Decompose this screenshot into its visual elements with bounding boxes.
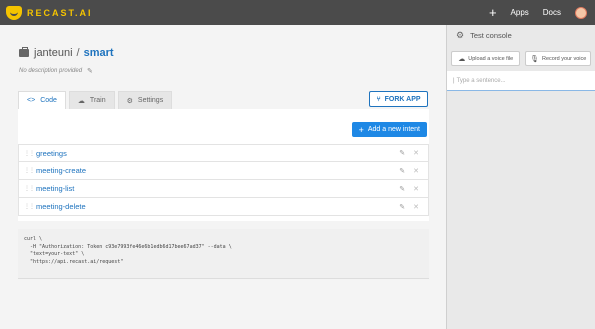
tab-train[interactable]: ☁ Train <box>68 91 115 109</box>
edit-description-icon[interactable]: ✎ <box>87 67 93 75</box>
add-intent-button[interactable]: + Add a new intent <box>351 122 427 137</box>
drag-handle-icon[interactable]: ⋮⋮ <box>24 185 35 192</box>
code-line: curl \ <box>24 236 43 242</box>
drag-handle-icon[interactable]: ⋮⋮ <box>24 167 35 174</box>
repo-name[interactable]: smart <box>84 47 114 59</box>
input-placeholder: Type a sentence... <box>456 77 506 84</box>
add-button[interactable]: + <box>489 5 497 20</box>
gear-icon: ⚙ <box>126 97 133 105</box>
repo-owner[interactable]: janteuni <box>34 47 73 59</box>
apps-link[interactable]: Apps <box>511 8 529 17</box>
docs-link[interactable]: Docs <box>543 8 561 17</box>
train-icon: ☁ <box>77 97 85 105</box>
record-label: Record your voice <box>542 55 587 62</box>
close-icon[interactable]: ✕ <box>413 167 419 175</box>
test-console: ⚙ Test console ☁ Upload a voice file 🎙 R… <box>446 25 595 329</box>
tab-label: Settings <box>137 97 164 104</box>
microphone-icon: 🎙 <box>530 55 540 63</box>
list-item[interactable]: ⋮⋮ meeting-delete ✎ ✕ <box>18 198 429 216</box>
pencil-icon[interactable]: ✎ <box>399 149 405 157</box>
sentence-input[interactable]: | Type a sentence... <box>447 71 595 91</box>
cloud-upload-icon: ☁ <box>458 55 466 63</box>
close-icon[interactable]: ✕ <box>413 149 419 157</box>
close-icon[interactable]: ✕ <box>413 185 419 193</box>
list-item[interactable]: ⋮⋮ greetings ✎ ✕ <box>18 144 429 162</box>
logo-icon <box>6 5 22 20</box>
drag-handle-icon[interactable]: ⋮⋮ <box>24 150 35 157</box>
console-header: ⚙ Test console <box>447 25 595 46</box>
logo-text: RECAST.AI <box>27 7 93 18</box>
page-title: janteuni / smart <box>19 47 114 59</box>
drag-handle-icon[interactable]: ⋮⋮ <box>24 203 35 210</box>
intents-panel: + Add a new intent ⋮⋮ greetings ✎ ✕ ⋮⋮ m… <box>18 109 429 221</box>
description-text: No description provided <box>19 68 83 74</box>
fork-icon: ⑂ <box>376 95 381 103</box>
intent-name[interactable]: meeting-delete <box>36 202 86 211</box>
upload-label: Upload a voice file <box>468 55 514 62</box>
pencil-icon[interactable]: ✎ <box>399 203 405 211</box>
record-voice-button[interactable]: 🎙 Record your voice <box>525 51 591 66</box>
tab-code[interactable]: <> Code <box>18 91 66 109</box>
add-intent-label: Add a new intent <box>367 126 420 133</box>
list-item[interactable]: ⋮⋮ meeting-list ✎ ✕ <box>18 180 429 198</box>
briefcase-icon <box>19 47 29 57</box>
console-title: Test console <box>470 31 512 40</box>
code-line: "text=your-text" \ <box>24 251 85 257</box>
intent-name[interactable]: meeting-create <box>36 166 86 175</box>
code-icon: <> <box>27 97 36 104</box>
pencil-icon[interactable]: ✎ <box>399 167 405 175</box>
tab-settings[interactable]: ⚙ Settings <box>117 91 173 109</box>
recast-logo[interactable]: RECAST.AI <box>6 5 93 20</box>
intent-list: ⋮⋮ greetings ✎ ✕ ⋮⋮ meeting-create ✎ ✕ ⋮… <box>18 144 429 216</box>
fork-label: FORK APP <box>384 95 421 103</box>
plus-icon: + <box>358 124 364 135</box>
code-line: -H "Authorization: Token c93e7993fe46e6b… <box>24 243 232 250</box>
main-content: janteuni / smart No description provided… <box>0 25 446 329</box>
top-navbar: RECAST.AI + Apps Docs <box>0 0 595 25</box>
intent-name[interactable]: greetings <box>36 149 67 158</box>
close-icon[interactable]: ✕ <box>413 203 419 211</box>
tab-bar: <> Code ☁ Train ⚙ Settings <box>18 91 175 109</box>
list-item[interactable]: ⋮⋮ meeting-create ✎ ✕ <box>18 162 429 180</box>
intent-name[interactable]: meeting-list <box>36 184 74 193</box>
tab-label: Train <box>89 97 106 104</box>
title-separator: / <box>76 47 80 59</box>
gear-icon[interactable]: ⚙ <box>456 30 464 41</box>
upload-voice-button[interactable]: ☁ Upload a voice file <box>451 51 521 66</box>
pencil-icon[interactable]: ✎ <box>399 185 405 193</box>
tab-label: Code <box>40 97 57 104</box>
text-cursor-icon: | <box>453 77 455 84</box>
code-line: "https://api.recast.ai/request" <box>24 258 124 265</box>
fork-app-button[interactable]: ⑂ FORK APP <box>369 91 428 107</box>
avatar[interactable] <box>575 6 587 19</box>
repo-description: No description provided ✎ <box>19 67 93 75</box>
curl-code-sample[interactable]: curl \ -H "Authorization: Token c93e7993… <box>18 229 429 279</box>
